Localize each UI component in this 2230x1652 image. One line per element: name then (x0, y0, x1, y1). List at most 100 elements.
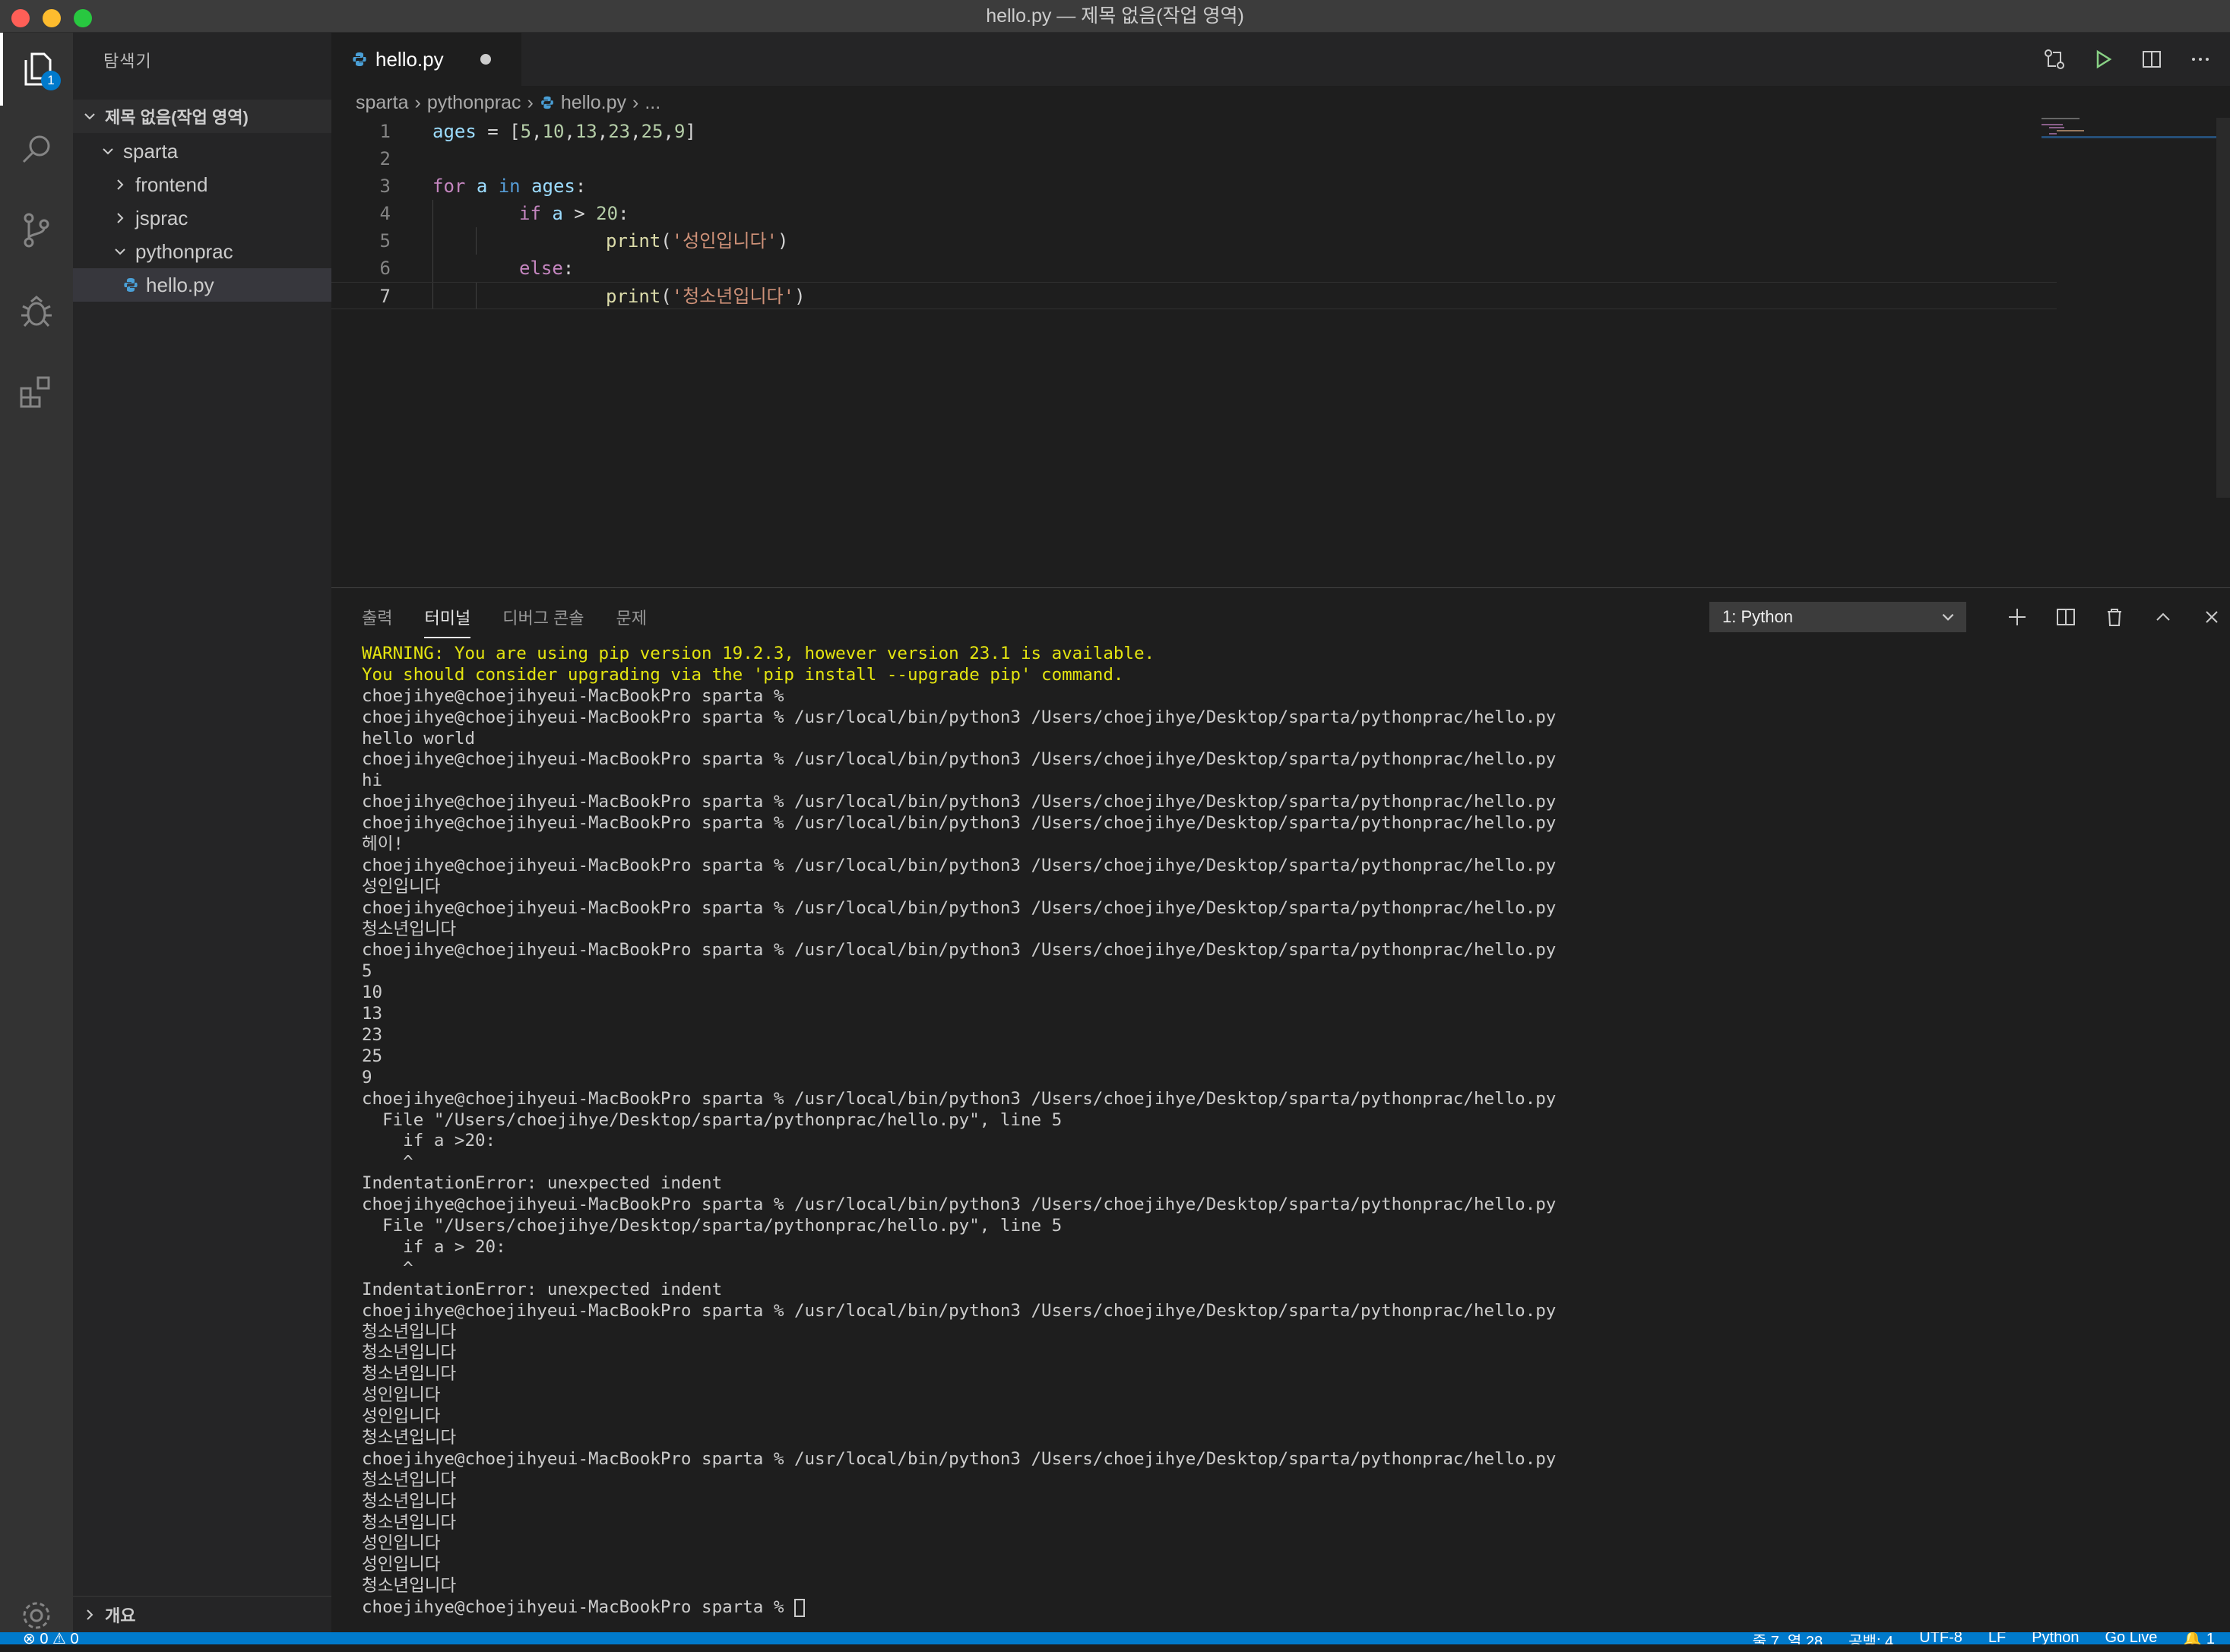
indent-guide (432, 255, 433, 282)
source-control-activity[interactable] (0, 194, 73, 267)
tree-item-jsprac[interactable]: jsprac (73, 201, 331, 235)
window-title: hello.py — 제목 없음(작업 영역) (986, 5, 1244, 27)
minimap-viewport[interactable] (2042, 136, 2230, 138)
tree-item-label: sparta (123, 139, 179, 163)
code-line[interactable]: 2 (331, 145, 2057, 172)
minimap-preview (2042, 118, 2087, 138)
indentation-status[interactable]: 공백: 4 (1848, 1632, 1893, 1644)
tab-terminal[interactable]: 터미널 (424, 605, 471, 638)
explorer-activity[interactable]: 1 (0, 33, 73, 106)
tab-debug-console[interactable]: 디버그 콘솔 (502, 605, 584, 638)
line-text: if a > 20: (519, 203, 629, 224)
terminal-line: ^ (362, 1258, 413, 1278)
activity-bar: 1 (0, 33, 73, 1632)
editor-scrollbar[interactable] (2216, 118, 2230, 498)
language-status[interactable]: Python (2032, 1632, 2079, 1644)
code-line[interactable]: 4 if a > 20: (331, 200, 2057, 227)
terminal-line: IndentationError: unexpected indent (362, 1279, 723, 1299)
bottom-panel: 출력 터미널 디버그 콘솔 문제 1: Python WARNING: You … (331, 587, 2230, 1633)
chevron-right-icon: › (414, 91, 421, 113)
terminal-prompt-line[interactable]: choejihye@choejihyeui-MacBookPro sparta … (362, 1597, 2186, 1619)
terminal-line: 청소년입니다 (362, 919, 457, 939)
go-live-status[interactable]: Go Live (2105, 1632, 2157, 1644)
encoding-status[interactable]: UTF-8 (1919, 1632, 1962, 1644)
problems-status[interactable]: ⊗ 0 ⚠ 0 (23, 1632, 79, 1644)
chevron-right-icon: › (632, 91, 639, 113)
breadcrumb-item[interactable]: ... (645, 92, 660, 114)
more-actions-button[interactable] (2184, 43, 2216, 75)
tree-item-frontend[interactable]: frontend (73, 168, 331, 201)
terminal-line: choejihye@choejihyeui-MacBookPro sparta … (362, 1300, 1557, 1321)
breadcrumb: sparta › pythonprac › hello.py › ... (356, 86, 660, 119)
outline-section[interactable]: 개요 (73, 1596, 331, 1633)
extensions-icon (20, 376, 50, 408)
split-editor-button[interactable] (2136, 43, 2168, 75)
tree-item-hello-py[interactable]: hello.py (73, 268, 331, 302)
split-terminal-button[interactable] (2049, 600, 2083, 634)
indent-guide (432, 200, 433, 227)
terminal-select[interactable]: 1: Python (1709, 602, 1966, 632)
tab-output[interactable]: 출력 (362, 605, 392, 638)
eol-status[interactable]: LF (1988, 1632, 2006, 1644)
breadcrumb-item[interactable]: sparta (356, 92, 408, 114)
python-file-icon (353, 52, 366, 66)
terminal-line: choejihye@choejihyeui-MacBookPro sparta … (362, 685, 784, 706)
workspace-label: 제목 없음(작업 영역) (105, 108, 249, 127)
terminal-line: 헤이! (362, 834, 404, 855)
cursor-position-status[interactable]: 줄 7, 열 28 (1753, 1632, 1823, 1644)
panel-tabs: 출력 터미널 디버그 콘솔 문제 (362, 605, 647, 638)
tab-hello-py[interactable]: hello.py (331, 33, 521, 86)
sidebar-title: 탐색기 (103, 52, 152, 71)
maximize-panel-button[interactable] (2146, 600, 2180, 634)
split-icon (2057, 609, 2075, 625)
terminal-line: hello world (362, 728, 476, 748)
code-line[interactable]: 5 print('성인입니다') (331, 227, 2057, 255)
terminal-line: 성인입니다 (362, 876, 441, 897)
search-activity[interactable] (0, 113, 73, 186)
terminal-line: 청소년입니다 (362, 1512, 457, 1533)
terminal-line: 13 (362, 1004, 383, 1024)
terminal-line: 성인입니다 (362, 1555, 441, 1575)
breadcrumb-item[interactable]: hello.py (561, 92, 626, 114)
code-editor[interactable]: 1 ages = [5,10,13,23,25,9] 2 3 for a in ages… (331, 118, 2057, 309)
minimap[interactable] (2042, 118, 2201, 163)
line-text: for a in ages: (432, 176, 587, 197)
terminal-line: 청소년입니다 (362, 1576, 457, 1597)
play-icon (2096, 49, 2112, 69)
terminal-line: 성인입니다 (362, 1407, 441, 1427)
close-panel-button[interactable] (2195, 600, 2228, 634)
tab-problems[interactable]: 문제 (616, 605, 647, 638)
indent-guide (432, 283, 433, 309)
code-line[interactable]: 1 ages = [5,10,13,23,25,9] (331, 118, 2057, 145)
new-terminal-button[interactable] (2000, 600, 2034, 634)
extensions-activity[interactable] (0, 355, 73, 428)
terminal-output[interactable]: WARNING: You are using pip version 19.2.… (362, 644, 2186, 1619)
tree-item-label: hello.py (146, 273, 214, 296)
tree-item-pythonprac[interactable]: pythonprac (73, 235, 331, 268)
workspace-section[interactable]: 제목 없음(작업 영역) (73, 100, 331, 133)
indent-guide (476, 227, 477, 255)
run-button[interactable] (2087, 43, 2119, 75)
kill-terminal-button[interactable] (2098, 600, 2131, 634)
terminal-line: choejihye@choejihyeui-MacBookPro sparta … (362, 707, 1557, 727)
python-file-icon (540, 96, 553, 109)
chevron-up-icon (2156, 612, 2170, 621)
unsaved-dot-icon[interactable] (480, 54, 491, 65)
terminal-warning-line: WARNING: You are using pip version 19.2.… (362, 644, 1155, 663)
trash-icon (2108, 609, 2121, 626)
indent-guide (432, 227, 433, 255)
terminal-line: choejihye@choejihyeui-MacBookPro sparta … (362, 1195, 1557, 1215)
terminal-line: if a >20: (362, 1131, 496, 1151)
chevron-down-icon (109, 241, 131, 262)
notifications-status[interactable]: 🔔 1 (2183, 1632, 2215, 1644)
plus-icon (2009, 609, 2026, 625)
debug-activity[interactable] (0, 274, 73, 347)
code-line[interactable]: 6 else: (331, 255, 2057, 282)
compare-changes-button[interactable] (2038, 43, 2070, 75)
terminal-line: File "/Users/choejihye/Desktop/sparta/py… (362, 1109, 1063, 1130)
breadcrumb-item[interactable]: pythonprac (427, 92, 521, 114)
terminal-line: 청소년입니다 (362, 1364, 457, 1385)
code-line[interactable]: 3 for a in ages: (331, 172, 2057, 200)
code-line[interactable]: 7 print('청소년입니다') (331, 282, 2057, 309)
tree-item-sparta[interactable]: sparta (73, 135, 331, 168)
